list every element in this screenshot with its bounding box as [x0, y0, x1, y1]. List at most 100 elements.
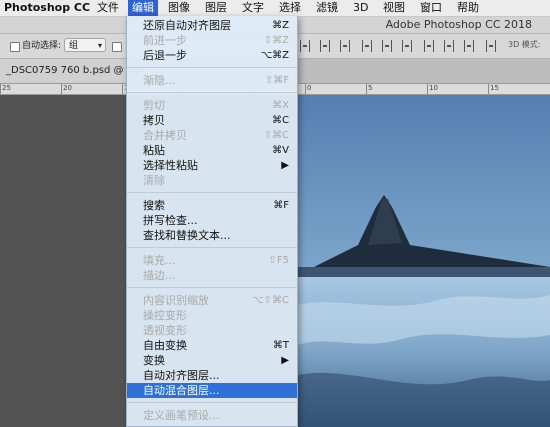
menu-item-shortcut: ⌘C — [272, 115, 289, 126]
menu-item-shortcut: ⌥⇧⌘C — [252, 295, 289, 306]
menu-type[interactable]: 文字 — [242, 0, 264, 16]
mountain-landscape-image — [298, 95, 550, 427]
menu-item-shortcut: ⇧⌘F — [264, 75, 289, 86]
menu-item-label: 拼写检查... — [143, 214, 198, 227]
menu-item-puppet-warp: 操控变形 — [127, 308, 297, 323]
menu-window[interactable]: 窗口 — [420, 0, 442, 16]
submenu-arrow-icon: ▶ — [281, 160, 289, 171]
menu-item-auto-blend-layers[interactable]: 自动混合图层... — [127, 383, 297, 398]
menu-item-label: 搜索 — [143, 199, 165, 212]
menu-item-cut: 剪切 ⌘X — [127, 98, 297, 113]
menu-item-copy-merged: 合并拷贝 ⇧⌘C — [127, 128, 297, 143]
auto-select-label: 自动选择: — [22, 41, 62, 51]
menu-item-define-brush-preset: 定义画笔预设... — [127, 408, 297, 423]
menu-3d[interactable]: 3D — [353, 0, 368, 16]
menu-item-label: 选择性粘贴 — [143, 159, 198, 172]
menu-separator — [127, 247, 297, 248]
menu-item-label: 描边... — [143, 269, 176, 282]
menu-item-label: 操控变形 — [143, 309, 187, 322]
ruler-tick — [122, 84, 123, 94]
distribute-middle-icon[interactable] — [444, 40, 454, 52]
menu-filter[interactable]: 滤镜 — [316, 0, 338, 16]
ruler-label: 25 — [2, 84, 11, 92]
menu-item-find-replace[interactable]: 查找和替换文本... — [127, 228, 297, 243]
ruler-label: 15 — [490, 84, 499, 92]
menu-item-label: 粘贴 — [143, 144, 165, 157]
edit-menu-dropdown: 还原自动对齐图层 ⌘Z 前进一步 ⇧⌘Z 后退一步 ⌥⌘Z 渐隐... ⇧⌘F … — [126, 16, 298, 427]
menu-item-free-transform[interactable]: 自由变换 ⌘T — [127, 338, 297, 353]
window-title: Adobe Photoshop CC 2018 — [385, 18, 532, 31]
menu-item-fade: 渐隐... ⇧⌘F — [127, 73, 297, 88]
menu-item-paste[interactable]: 粘贴 ⌘V — [127, 143, 297, 158]
align-bottom-icon[interactable] — [340, 40, 350, 52]
menu-help[interactable]: 帮助 — [457, 0, 479, 16]
menu-separator — [127, 92, 297, 93]
auto-select-checkbox[interactable] — [10, 42, 20, 52]
menu-item-label: 自动对齐图层... — [143, 369, 220, 382]
ruler-label: 20 — [63, 84, 72, 92]
menu-item-search[interactable]: 搜索 ⌘F — [127, 198, 297, 213]
menu-item-perspective-warp: 透视变形 — [127, 323, 297, 338]
menu-item-paste-special[interactable]: 选择性粘贴 ▶ — [127, 158, 297, 173]
show-transform-checkbox[interactable] — [112, 42, 122, 52]
menu-item-shortcut: ⌘T — [272, 340, 289, 351]
menu-item-undo[interactable]: 还原自动对齐图层 ⌘Z — [127, 18, 297, 33]
distribute-bottom-icon[interactable] — [464, 40, 474, 52]
align-middle-icon[interactable] — [320, 40, 330, 52]
menu-item-label: 查找和替换文本... — [143, 229, 231, 242]
ruler-tick — [305, 84, 306, 94]
distribute-top-icon[interactable] — [424, 40, 434, 52]
menu-item-auto-align-layers[interactable]: 自动对齐图层... — [127, 368, 297, 383]
menu-item-shortcut: ⇧F5 — [268, 255, 290, 266]
menu-item-fill: 填充... ⇧F5 — [127, 253, 297, 268]
menu-item-label: 定义画笔预设... — [143, 409, 220, 422]
menu-separator — [127, 192, 297, 193]
align-center-icon[interactable] — [382, 40, 392, 52]
chevron-down-icon: ▾ — [97, 41, 102, 50]
auto-select-dropdown[interactable]: 组 ▾ — [64, 38, 106, 52]
menu-item-copy[interactable]: 拷贝 ⌘C — [127, 113, 297, 128]
menu-item-label: 后退一步 — [143, 49, 187, 62]
menu-item-label: 内容识别缩放 — [143, 294, 209, 307]
align-left-icon[interactable] — [362, 40, 372, 52]
align-right-icon[interactable] — [402, 40, 412, 52]
menu-item-label: 自由变换 — [143, 339, 187, 352]
menu-edit[interactable]: 编辑 — [128, 0, 158, 16]
ruler-tick — [366, 84, 367, 94]
menu-view[interactable]: 视图 — [383, 0, 405, 16]
menu-item-label: 拷贝 — [143, 114, 165, 127]
menu-image[interactable]: 图像 — [168, 0, 190, 16]
menu-separator — [127, 287, 297, 288]
menu-item-content-aware-scale: 内容识别缩放 ⌥⇧⌘C — [127, 293, 297, 308]
menu-item-label: 渐隐... — [143, 74, 176, 87]
ruler-tick — [488, 84, 489, 94]
menu-select[interactable]: 选择 — [279, 0, 301, 16]
menu-item-label: 透视变形 — [143, 324, 187, 337]
menu-item-shortcut: ⌘X — [272, 100, 289, 111]
ruler-tick — [0, 84, 1, 94]
menu-item-label: 变换 — [143, 354, 165, 367]
menu-item-spell-check[interactable]: 拼写检查... — [127, 213, 297, 228]
menu-item-shortcut: ⇧⌘C — [263, 130, 289, 141]
menu-item-shortcut: ⌘F — [273, 200, 289, 211]
ruler-label: 10 — [429, 84, 438, 92]
mode-3d-label: 3D 模式: — [508, 40, 541, 49]
align-top-icon[interactable] — [300, 40, 310, 52]
menu-separator — [127, 67, 297, 68]
ruler-label: 0 — [307, 84, 312, 92]
distribute-left-icon[interactable] — [486, 40, 496, 52]
menu-item-step-backward[interactable]: 后退一步 ⌥⌘Z — [127, 48, 297, 63]
menu-separator — [127, 402, 297, 403]
menu-item-stroke: 描边... — [127, 268, 297, 283]
menu-photoshop[interactable]: Photoshop CC — [4, 0, 90, 16]
menu-item-label: 填充... — [143, 254, 176, 267]
auto-select-value: 组 — [69, 41, 79, 51]
menu-item-shortcut: ⌘Z — [272, 20, 289, 31]
ruler-tick — [61, 84, 62, 94]
menu-item-transform[interactable]: 变换 ▶ — [127, 353, 297, 368]
ruler-label: 5 — [368, 84, 373, 92]
menu-item-label: 清除 — [143, 174, 165, 187]
menu-layer[interactable]: 图层 — [205, 0, 227, 16]
document-image — [298, 95, 550, 427]
menu-file[interactable]: 文件 — [97, 0, 119, 16]
